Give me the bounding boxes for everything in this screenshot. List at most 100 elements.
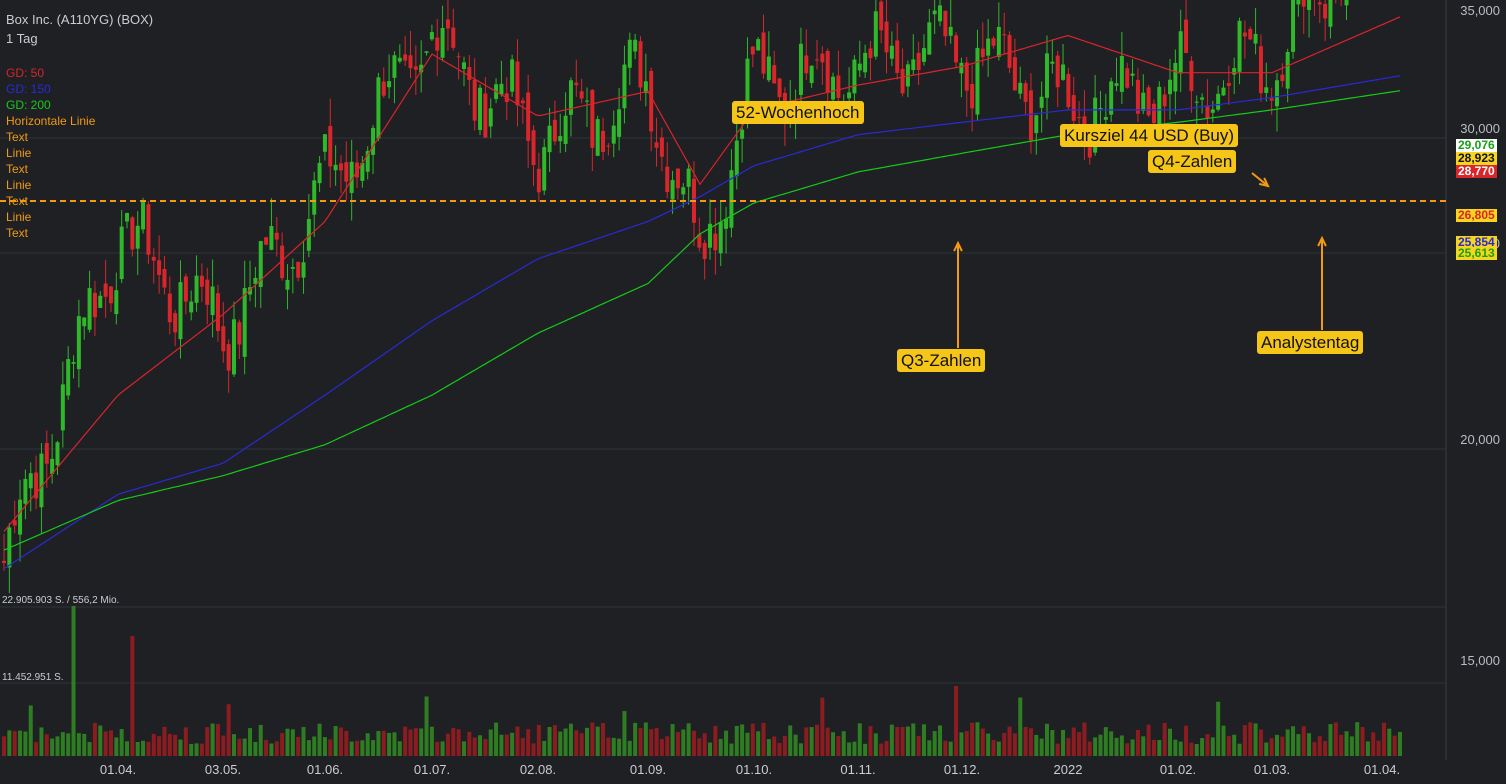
volume-bar xyxy=(1307,733,1312,756)
candle-body xyxy=(1264,87,1269,93)
volume-bar xyxy=(226,704,231,756)
volume-bar xyxy=(125,741,130,756)
candle-body xyxy=(2,560,6,564)
candle-body xyxy=(403,54,408,61)
candle-body xyxy=(809,65,814,84)
moving-average-gd-50 xyxy=(3,16,1401,532)
volume-bar xyxy=(296,736,301,756)
volume-bar xyxy=(814,724,819,756)
candle-body xyxy=(542,147,547,191)
volume-bar xyxy=(1018,697,1023,756)
volume-bar xyxy=(1258,729,1263,756)
candle-body xyxy=(611,125,616,144)
volume-bar xyxy=(643,722,648,756)
candle-body xyxy=(1039,96,1044,108)
candle-body xyxy=(451,27,456,48)
volume-bar xyxy=(547,727,552,756)
volume-bar xyxy=(1023,726,1028,756)
candle-body xyxy=(87,288,92,330)
candle-body xyxy=(1050,61,1055,64)
volume-bar xyxy=(857,723,862,756)
volume-bar xyxy=(1232,734,1237,756)
last-value-tag: 26,805 xyxy=(1456,208,1497,222)
candle-body xyxy=(440,27,445,58)
candle-body xyxy=(1130,73,1135,76)
volume-bar xyxy=(189,743,194,756)
volume-bar xyxy=(1264,742,1269,756)
volume-bar xyxy=(531,743,536,756)
volume-bar xyxy=(349,741,354,756)
volume-bar xyxy=(360,740,365,756)
volume-bar xyxy=(959,732,964,756)
candle-body xyxy=(189,301,194,313)
volume-bar xyxy=(772,736,777,756)
candle-body xyxy=(595,119,600,156)
volume-bar xyxy=(1151,739,1156,756)
candle-body xyxy=(1184,19,1189,54)
volume-bar xyxy=(1055,743,1060,756)
volume-bar xyxy=(429,726,434,756)
volume-bar xyxy=(435,741,440,756)
volume-bar xyxy=(1205,734,1210,756)
volume-bar xyxy=(777,742,782,756)
volume-bar xyxy=(1269,738,1274,756)
x-tick-label: 01.04. xyxy=(99,762,137,777)
candle-body xyxy=(847,92,852,99)
volume-bar xyxy=(467,731,472,756)
candle-body xyxy=(301,262,306,278)
x-tick-label: 02.08. xyxy=(519,762,557,777)
candle-body xyxy=(226,344,231,371)
candle-body xyxy=(579,91,584,99)
candle-body xyxy=(1007,34,1012,68)
volume-bar xyxy=(515,726,520,756)
volume-bar xyxy=(1237,743,1242,756)
candle-body xyxy=(975,47,980,115)
volume-bar xyxy=(333,726,338,756)
candle-body xyxy=(205,279,210,305)
volume-bar xyxy=(798,743,803,756)
candle-body xyxy=(82,317,87,327)
volume-bar xyxy=(76,733,81,756)
volume-bar xyxy=(1050,729,1055,756)
volume-bar xyxy=(852,741,857,756)
candle-body xyxy=(996,26,1001,57)
candle-body xyxy=(552,119,557,142)
volume-bar xyxy=(424,696,429,756)
volume-bar xyxy=(1184,725,1189,756)
candle-body xyxy=(237,322,242,345)
candle-body xyxy=(558,136,563,142)
volume-bar xyxy=(686,723,691,756)
candle-body xyxy=(761,32,766,74)
volume-bar xyxy=(809,727,814,756)
candle-body xyxy=(1248,28,1253,40)
volume-bar xyxy=(1087,741,1092,756)
volume-bar xyxy=(831,732,836,756)
volume-bar xyxy=(1168,728,1173,756)
candle-body xyxy=(333,164,338,171)
volume-bar xyxy=(504,734,509,756)
candle-body xyxy=(536,168,541,193)
legend-item: Linie xyxy=(6,210,32,224)
volume-bar xyxy=(1312,742,1317,756)
volume-bar xyxy=(659,739,664,756)
volume-bar xyxy=(1125,743,1130,756)
volume-bar xyxy=(92,722,97,756)
volume-bar xyxy=(440,741,445,756)
volume-bar xyxy=(264,739,269,756)
candle-body xyxy=(526,92,531,141)
volume-bar xyxy=(253,741,258,756)
volume-bar xyxy=(119,729,124,756)
candle-body xyxy=(146,204,151,255)
volume-bar xyxy=(975,722,980,756)
candle-body xyxy=(1178,31,1183,74)
candle-body xyxy=(413,66,418,70)
volume-bar xyxy=(980,728,985,756)
candle-body xyxy=(210,286,215,316)
volume-bar xyxy=(766,739,771,756)
volume-bar xyxy=(162,726,167,756)
volume-bar xyxy=(938,725,943,756)
volume-bar xyxy=(178,739,183,756)
volume-bar xyxy=(1007,726,1012,756)
candle-body xyxy=(617,109,622,137)
volume-bar xyxy=(194,743,199,756)
